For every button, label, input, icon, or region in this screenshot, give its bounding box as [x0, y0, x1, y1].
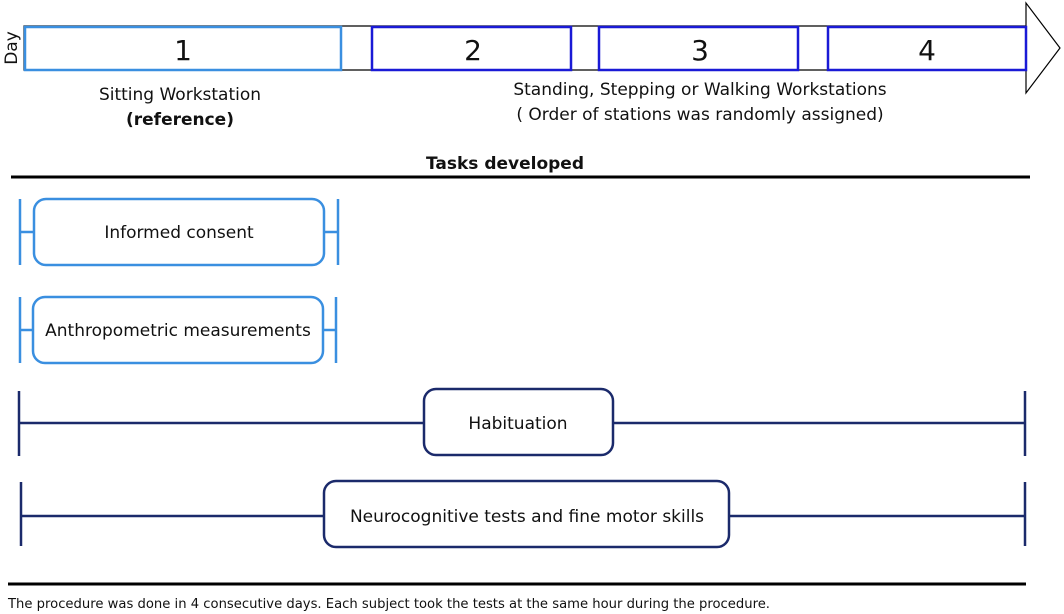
day-label-3: 3 [691, 34, 709, 67]
task-label-neurocognitive-tests: Neurocognitive tests and fine motor skil… [350, 507, 704, 527]
tasks-header: Tasks developed [426, 154, 584, 174]
standing-label: Standing, Stepping or Walking Workstatio… [513, 80, 886, 100]
day-label-4: 4 [918, 34, 936, 67]
day-label-1: 1 [174, 34, 192, 67]
task-label-habituation: Habituation [468, 414, 567, 434]
day-axis-label: Day [2, 31, 22, 65]
day-box-3: 3 [597, 25, 800, 72]
study-timeline-diagram: Day 1 2 3 4 Sitting Workstation (referen… [2, 1, 1061, 612]
standing-order-note: ( Order of stations was randomly assigne… [516, 105, 883, 125]
task-label-informed-consent: Informed consent [104, 223, 254, 243]
footnote: The procedure was done in 4 consecutive … [7, 597, 770, 612]
day-label-2: 2 [464, 34, 482, 67]
task-label-anthropometric-measurements: Anthropometric measurements [45, 321, 311, 341]
day-box-2: 2 [370, 25, 573, 72]
sitting-reference-label: (reference) [126, 110, 234, 130]
day-box-4: 4 [826, 25, 1028, 72]
sitting-label: Sitting Workstation [99, 85, 261, 105]
day-box-1: 1 [23, 25, 343, 72]
